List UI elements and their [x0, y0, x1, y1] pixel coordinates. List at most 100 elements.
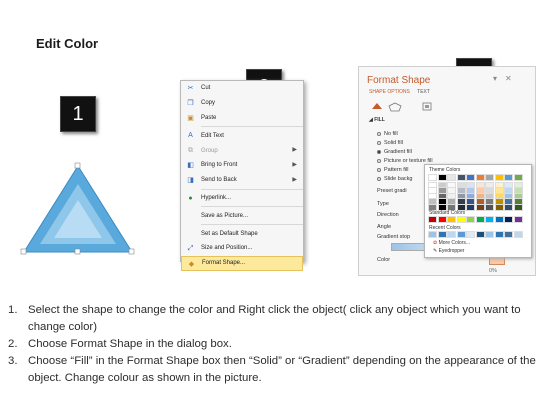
color-swatch[interactable] [485, 231, 494, 238]
radio-pattern-fill[interactable]: Pattern fill [377, 167, 408, 173]
radio-slide-background[interactable]: Slide backg [377, 176, 412, 182]
color-swatch[interactable] [504, 231, 513, 238]
color-swatch[interactable] [437, 192, 447, 200]
color-swatch[interactable] [428, 203, 437, 211]
color-swatch[interactable] [447, 174, 456, 181]
color-swatch[interactable] [466, 203, 475, 211]
color-swatch[interactable] [456, 187, 466, 194]
menu-item-size-and-position[interactable]: ⤢ Size and Position... [181, 241, 303, 256]
fill-line-icon[interactable] [372, 103, 382, 109]
color-swatch[interactable] [504, 187, 513, 194]
menu-item-copy[interactable]: ❐ Copy [181, 96, 303, 111]
color-swatch[interactable] [494, 203, 504, 211]
menu-item-paste[interactable]: ▣ Paste [181, 111, 303, 126]
menu-item-format-shape[interactable]: ◆ Format Shape... [181, 255, 303, 271]
color-swatch[interactable] [513, 198, 523, 205]
color-swatch[interactable] [504, 203, 513, 211]
color-swatch[interactable] [466, 187, 475, 194]
color-swatch[interactable] [428, 181, 437, 189]
menu-item-save-as-picture[interactable]: Save as Picture... [181, 208, 303, 223]
color-swatch[interactable] [428, 187, 437, 194]
color-swatch[interactable] [513, 231, 523, 238]
color-swatch[interactable] [494, 198, 504, 205]
color-swatch[interactable] [475, 216, 485, 223]
color-swatch[interactable] [475, 174, 485, 181]
menu-item-group[interactable]: ⧉ Group ▶ [181, 143, 303, 158]
color-swatch[interactable] [447, 203, 456, 211]
color-swatch[interactable] [494, 174, 504, 181]
field-preset-gradients[interactable]: Preset gradi [377, 188, 407, 194]
close-icon[interactable]: ✕ [505, 74, 512, 83]
color-swatch[interactable] [428, 231, 437, 238]
color-swatch[interactable] [428, 174, 437, 181]
menu-item-send-to-back[interactable]: ◨ Send to Back ▶ [181, 173, 303, 188]
color-swatch[interactable] [428, 192, 437, 200]
color-swatch[interactable] [494, 181, 504, 189]
color-swatch[interactable] [437, 203, 447, 211]
field-direction[interactable]: Direction [377, 212, 399, 218]
color-swatch[interactable] [447, 231, 456, 238]
color-swatch[interactable] [475, 192, 485, 200]
effects-icon[interactable] [388, 102, 402, 112]
color-swatch[interactable] [504, 192, 513, 200]
color-swatch[interactable] [456, 174, 466, 181]
color-swatch[interactable] [504, 174, 513, 181]
triangle-shape[interactable] [20, 160, 140, 260]
color-swatch[interactable] [513, 181, 523, 189]
color-swatch[interactable] [437, 181, 447, 189]
color-swatch[interactable] [513, 216, 523, 223]
color-swatch[interactable] [447, 187, 456, 194]
color-swatch[interactable] [494, 192, 504, 200]
radio-solid-fill[interactable]: Solid fill [377, 140, 403, 146]
color-swatch[interactable] [456, 203, 466, 211]
color-swatch[interactable] [447, 198, 456, 205]
color-swatch[interactable] [437, 174, 447, 181]
color-swatch[interactable] [494, 216, 504, 223]
field-type[interactable]: Type [377, 201, 389, 207]
color-swatch[interactable] [475, 198, 485, 205]
color-swatch[interactable] [466, 198, 475, 205]
color-swatch[interactable] [494, 231, 504, 238]
color-swatch[interactable] [447, 192, 456, 200]
menu-item-cut[interactable]: ✂ Cut [181, 81, 303, 96]
color-swatch[interactable] [466, 231, 475, 238]
color-swatch[interactable] [485, 181, 494, 189]
color-swatch[interactable] [485, 198, 494, 205]
pane-options-dropdown[interactable]: ▾ [493, 74, 497, 83]
color-swatch[interactable] [513, 203, 523, 211]
color-swatch[interactable] [437, 231, 447, 238]
color-swatch[interactable] [513, 192, 523, 200]
color-swatch[interactable] [466, 174, 475, 181]
eyedropper-link[interactable]: ✎ Eyedropper [433, 248, 464, 254]
color-swatch[interactable] [437, 216, 447, 223]
color-swatch[interactable] [475, 181, 485, 189]
field-angle[interactable]: Angle [377, 224, 391, 230]
color-swatch[interactable] [485, 216, 494, 223]
color-swatch[interactable] [485, 192, 494, 200]
more-colors-link[interactable]: ✿ More Colors... [433, 240, 470, 246]
color-swatch[interactable] [485, 203, 494, 211]
radio-gradient-fill[interactable]: Gradient fill [377, 149, 412, 155]
color-swatch[interactable] [494, 187, 504, 194]
color-swatch[interactable] [437, 187, 447, 194]
color-swatch[interactable] [466, 192, 475, 200]
color-swatch[interactable] [485, 174, 494, 181]
tab-shape-options[interactable]: SHAPE OPTIONS [369, 89, 410, 95]
color-swatch[interactable] [456, 216, 466, 223]
color-swatch[interactable] [513, 187, 523, 194]
color-swatch[interactable] [428, 216, 437, 223]
color-swatch[interactable] [466, 181, 475, 189]
fill-section-header[interactable]: ◢ FILL [369, 117, 385, 123]
color-swatch[interactable] [504, 216, 513, 223]
menu-item-bring-to-front[interactable]: ◧ Bring to Front ▶ [181, 158, 303, 173]
color-swatch[interactable] [466, 216, 475, 223]
color-swatch[interactable] [456, 181, 466, 189]
color-swatch[interactable] [475, 187, 485, 194]
tab-text[interactable]: TEXT [417, 89, 430, 95]
color-swatch[interactable] [485, 187, 494, 194]
size-properties-icon[interactable] [422, 102, 432, 111]
color-swatch[interactable] [504, 181, 513, 189]
color-swatch[interactable] [447, 181, 456, 189]
menu-item-set-default-shape[interactable]: Set as Default Shape [181, 226, 303, 241]
color-swatch[interactable] [475, 231, 485, 238]
